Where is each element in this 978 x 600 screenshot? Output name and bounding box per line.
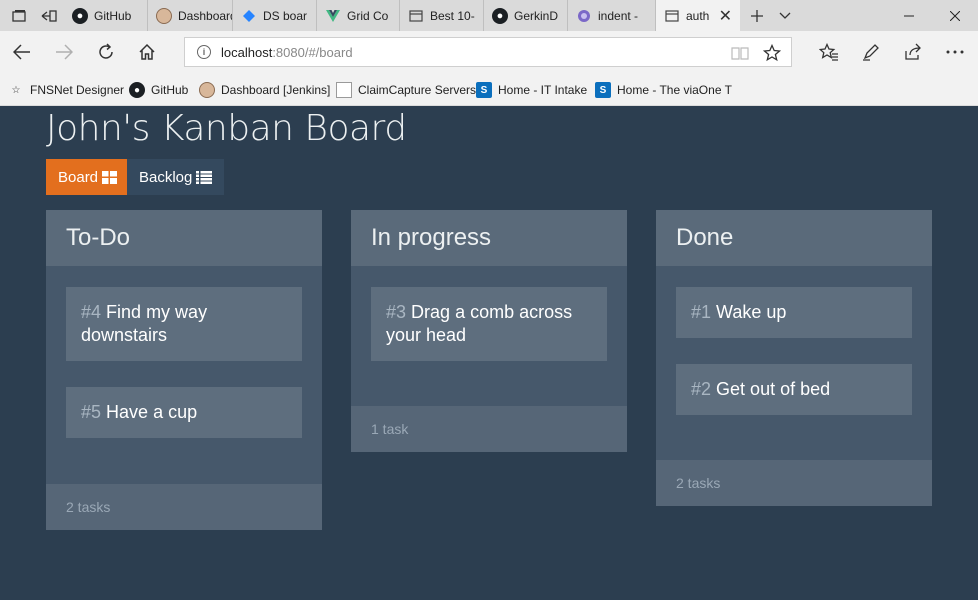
github-icon: ● [492,7,508,24]
forward-button[interactable] [47,35,81,69]
home-button[interactable] [130,35,164,69]
navigation-bar: i localhost:8080/#/board [0,31,978,73]
list-icon [196,170,213,184]
task-text: Drag a comb across your head [386,302,573,345]
column-in-progress: In progress #3 Drag a comb across your h… [351,210,627,452]
maximize-button[interactable] [886,0,932,31]
close-tab-icon[interactable]: ✕ [719,6,732,26]
browser-tab[interactable]: indent - [568,0,656,31]
github-icon: ● [129,82,145,98]
column-title: To-Do [46,210,322,266]
task-id: #5 [81,402,102,422]
jira-icon [241,8,257,24]
page-title: John's Kanban Board [46,108,407,149]
url-path: :8080/#/board [272,44,353,60]
more-options-icon[interactable] [938,35,972,69]
column-title: In progress [351,210,627,266]
favorite-link[interactable]: ClaimCapture Servers [336,80,476,100]
task-id: #1 [691,302,712,322]
browser-tab[interactable]: DS boar [233,0,317,31]
kanban-app: John's Kanban Board Board Backlog To-Do … [0,106,978,600]
back-button[interactable] [5,35,39,69]
tab-list-chevron-icon[interactable] [772,0,798,31]
browser-tab[interactable]: Best 10- [400,0,484,31]
browser-tab[interactable]: ● GitHub [64,0,148,31]
column-title: Done [656,210,932,266]
browser-tab[interactable]: Dashboard [148,0,233,31]
column-done: Done #1 Wake up #2 Get out of bed 2 task… [656,210,932,506]
tab-board[interactable]: Board [46,159,130,195]
task-card[interactable]: #2 Get out of bed [676,364,912,415]
task-text: Get out of bed [716,379,831,399]
star-icon: ☆ [11,84,21,96]
favorite-star-icon[interactable] [761,42,783,64]
page-icon [408,8,424,24]
task-text: Have a cup [106,402,198,422]
favorite-link[interactable]: Dashboard [Jenkins] [199,80,330,100]
vue-icon [325,8,341,24]
github-icon: ● [72,7,88,24]
web-note-pen-icon[interactable] [854,35,888,69]
browser-tab[interactable]: ● GerkinD [484,0,568,31]
grid-icon [102,170,118,184]
sharepoint-icon: S [476,82,492,98]
jenkins-icon [156,7,172,24]
tab-preview-icon[interactable] [4,0,34,31]
document-icon [336,82,352,98]
refresh-button[interactable] [89,35,123,69]
task-id: #4 [81,302,102,322]
favorites-hub-icon[interactable] [812,35,846,69]
url-host: localhost [221,44,273,60]
task-card[interactable]: #4 Find my way downstairs [66,287,302,361]
favorite-link[interactable]: S Home - The viaOne T [595,80,732,100]
share-icon[interactable] [896,35,930,69]
favorite-link[interactable]: ● GitHub [129,80,188,100]
page-icon [664,8,680,24]
task-text: Wake up [716,302,787,322]
set-aside-tabs-icon[interactable] [34,0,64,31]
column-task-count: 2 tasks [656,460,932,506]
task-card[interactable]: #5 Have a cup [66,387,302,438]
column-todo: To-Do #4 Find my way downstairs #5 Have … [46,210,322,530]
task-id: #2 [691,379,712,399]
site-info-icon[interactable]: i [197,45,211,59]
favorites-bar: ☆ FNSNet Designer ● GitHub Dashboard [Je… [0,73,978,106]
task-card[interactable]: #3 Drag a comb across your head [371,287,607,361]
column-task-count: 2 tasks [46,484,322,530]
browser-tab-active[interactable]: auth ✕ [656,0,740,31]
browser-chrome: ● GitHub Dashboard DS boar Grid Co Best … [0,0,978,106]
close-window-button[interactable] [932,0,978,31]
sharepoint-icon: S [595,82,611,98]
tab-bar: ● GitHub Dashboard DS boar Grid Co Best … [0,0,978,31]
browser-tab[interactable]: Grid Co [317,0,400,31]
new-tab-button[interactable] [744,0,770,31]
jenkins-icon [199,82,215,98]
globe-icon [576,8,592,24]
column-task-count: 1 task [351,406,627,452]
reading-view-icon[interactable] [729,42,751,64]
tab-backlog[interactable]: Backlog [127,159,225,195]
favorite-link[interactable]: ☆ FNSNet Designer [8,80,125,100]
favorite-link[interactable]: S Home - IT Intake [476,80,587,100]
task-card[interactable]: #1 Wake up [676,287,912,338]
task-id: #3 [386,302,407,322]
address-bar[interactable]: i localhost:8080/#/board [184,37,792,67]
